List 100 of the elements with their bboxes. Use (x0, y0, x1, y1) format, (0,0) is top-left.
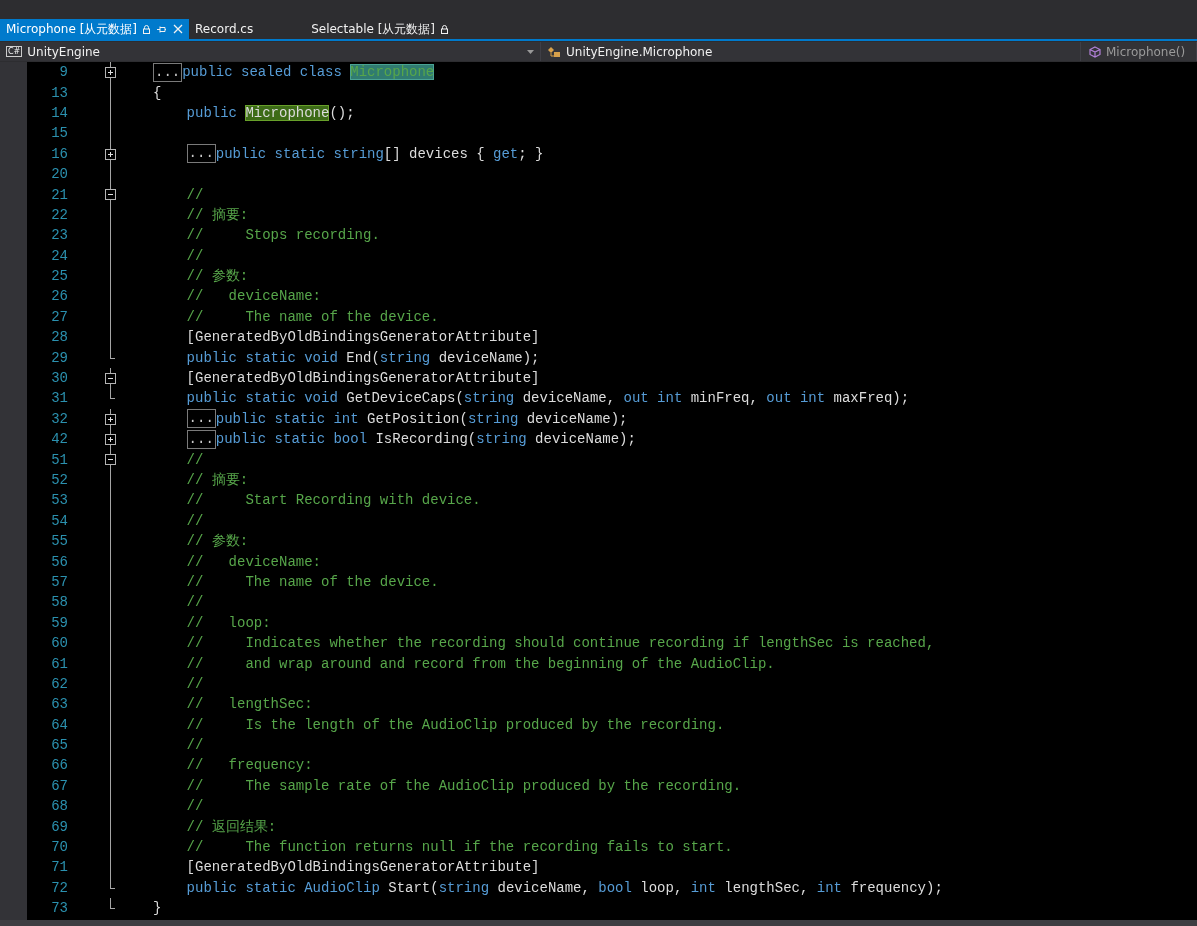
tab-label[interactable]: Record.cs (195, 22, 254, 36)
line-number: 14 (50, 104, 68, 121)
collapse-icon[interactable] (105, 454, 116, 466)
tab-label[interactable]: Microphone [从元数据] (6, 20, 138, 38)
line-number: 71 (50, 859, 68, 876)
code-comment: // (186, 798, 204, 815)
code-line: [GeneratedByOldBindingsGeneratorAttribute] (186, 370, 540, 387)
code-comment: // The function returns null if the recording fails to start. (186, 839, 733, 856)
code-comment: // Start Recording with device. (186, 492, 481, 509)
code-line: { (153, 84, 162, 101)
line-number: 22 (50, 206, 68, 223)
line-number: 58 (50, 594, 68, 611)
navigation-label: UnityEngine (27, 44, 100, 59)
code-comment: // (186, 186, 204, 203)
line-number: 55 (50, 533, 68, 550)
csharp-file-icon: C# (6, 46, 23, 57)
code-line: public static int GetPosition(string deviceName); (215, 410, 628, 427)
line-number: 70 (50, 839, 68, 856)
collapsed-region-button[interactable]: ... (186, 144, 216, 164)
line-number: 52 (50, 472, 68, 488)
line-number: 15 (50, 125, 68, 142)
code-comment: // Is the length of the AudioClip produced by the recording. (186, 716, 725, 733)
code-comment: // lengthSec: (186, 696, 313, 713)
horizontal-scrollbar[interactable] (0, 920, 1197, 926)
line-number: 30 (50, 370, 68, 387)
code-comment: // 参数: (186, 267, 249, 286)
collapsed-region-button[interactable]: ... (186, 409, 216, 429)
code-line: public Microphone(); (186, 104, 355, 121)
code-comment: // 返回结果: (186, 817, 277, 836)
line-number: 13 (50, 84, 68, 101)
cube-icon (1089, 45, 1101, 58)
navigation-label: Microphone() (1106, 44, 1186, 59)
code-comment: // Stops recording. (186, 227, 380, 244)
navigation-label: UnityEngine.Microphone (566, 44, 713, 59)
expand-icon[interactable] (105, 413, 116, 425)
line-number: 62 (50, 675, 68, 692)
line-number: 23 (50, 227, 68, 244)
editor-tab[interactable]: Selectable [从元数据] (305, 19, 455, 39)
line-number: 73 (50, 900, 68, 917)
code-comment: // The sample rate of the AudioClip produced by the recording. (186, 777, 742, 794)
line-number: 24 (50, 247, 68, 264)
code-line: } (153, 900, 162, 917)
code-comment: // 摘要: (186, 205, 249, 224)
code-line: [GeneratedByOldBindingsGeneratorAttribute] (186, 329, 540, 346)
collapsed-region-button[interactable]: ... (153, 62, 183, 82)
code-comment: // (186, 737, 204, 754)
code-comment: // Indicates whether the recording should continue recording if lengthSec is reached, (186, 635, 935, 652)
close-icon[interactable] (173, 24, 184, 34)
line-number: 53 (50, 492, 68, 509)
collapse-icon[interactable] (105, 372, 116, 384)
expand-icon[interactable] (105, 67, 116, 78)
line-number: 25 (50, 268, 68, 285)
code-comment: // loop: (186, 614, 271, 631)
navigation-dropdown[interactable]: C# UnityEngine (0, 42, 541, 61)
expand-icon[interactable] (105, 434, 116, 446)
code-line: public static void End(string deviceName); (186, 349, 540, 366)
tab-label[interactable]: Selectable [从元数据] (311, 20, 436, 38)
line-number: 72 (50, 879, 68, 896)
code-line: public static string[] devices { get; } (215, 145, 544, 162)
code-comment: // (186, 594, 204, 611)
navigation-dropdown[interactable]: UnityEngine.Microphone (541, 42, 1081, 61)
editor-tab[interactable]: Record.cs (189, 19, 260, 39)
code-comment: // (186, 247, 204, 264)
line-number: 56 (50, 553, 68, 570)
line-number: 63 (50, 696, 68, 713)
expand-icon[interactable] (105, 148, 116, 160)
line-number: 68 (50, 798, 68, 815)
code-line: [GeneratedByOldBindingsGeneratorAttribute] (186, 859, 540, 876)
line-number: 64 (50, 716, 68, 733)
code-comment: // (186, 451, 204, 468)
code-comment: // (186, 675, 204, 692)
code-comment: // The name of the device. (186, 573, 439, 590)
code-comment: // The name of the device. (186, 308, 439, 325)
line-number: 59 (50, 614, 68, 631)
line-number: 65 (50, 737, 68, 754)
line-number: 27 (50, 308, 68, 325)
code-comment: // (186, 512, 204, 529)
line-number: 9 (58, 64, 68, 81)
line-number: 60 (50, 635, 68, 652)
line-number: 54 (50, 512, 68, 529)
collapsed-region-button[interactable]: ... (186, 429, 216, 449)
line-number: 29 (50, 349, 68, 366)
line-number: 66 (50, 757, 68, 774)
line-number: 61 (50, 655, 68, 672)
editor-tab[interactable]: Microphone [从元数据] (0, 19, 190, 39)
line-number: 20 (50, 166, 68, 183)
code-comment: // 参数: (186, 532, 249, 551)
code-comment: // frequency: (186, 757, 313, 774)
line-number: 28 (50, 329, 68, 346)
dropdown-caret-icon (527, 49, 534, 54)
line-number: 16 (50, 145, 68, 162)
code-line: public static AudioClip Start(string deviceName, bool loop, int lengthSec, int frequency); (186, 879, 943, 896)
code-comment: // deviceName: (186, 553, 321, 570)
class-icon (547, 45, 561, 58)
line-number: 57 (50, 573, 68, 590)
line-number: 26 (50, 288, 68, 305)
code-comment: // deviceName: (186, 288, 321, 305)
line-number: 51 (50, 451, 68, 468)
collapse-icon[interactable] (105, 189, 116, 201)
navigation-dropdown[interactable]: Microphone() (1081, 42, 1197, 61)
